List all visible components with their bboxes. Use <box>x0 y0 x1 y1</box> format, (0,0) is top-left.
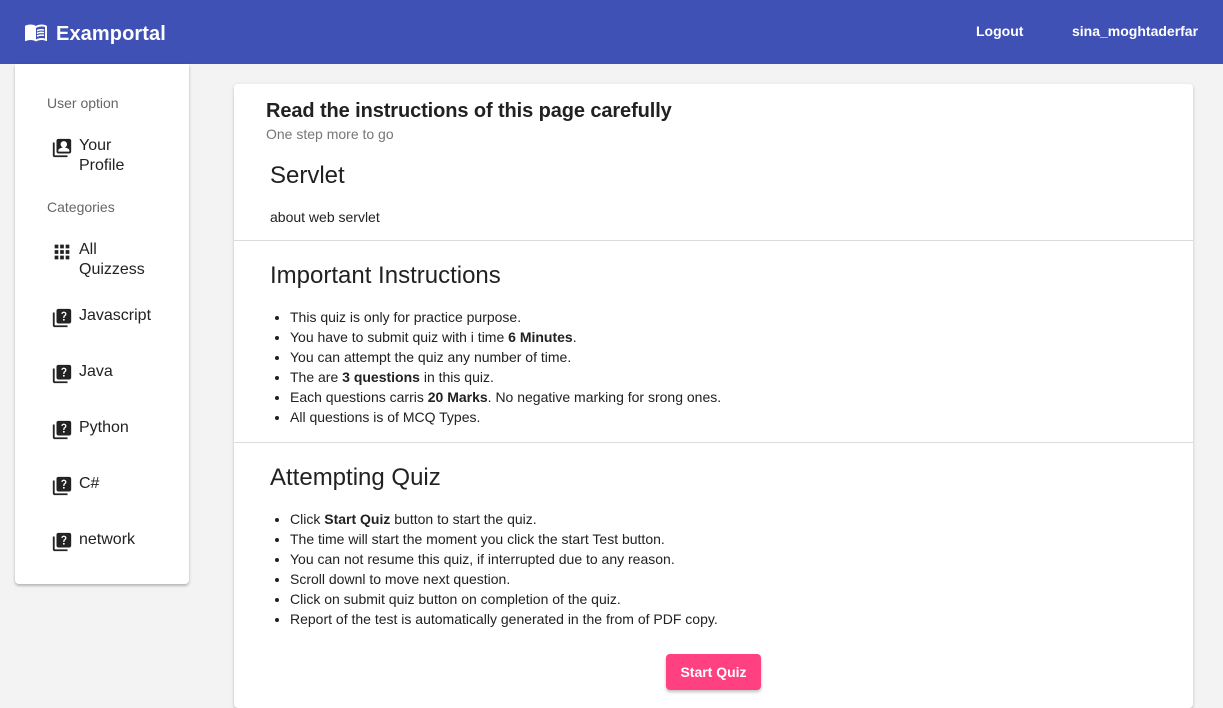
sidebar-item-network[interactable]: network <box>51 530 181 555</box>
brand-name: Examportal <box>56 23 166 45</box>
sidebar-item-label: network <box>79 531 136 548</box>
sidebar-item-csharp[interactable]: C# <box>51 474 181 499</box>
start-quiz-button[interactable]: Start Quiz <box>666 654 761 690</box>
list-item: The time will start the moment you click… <box>290 529 718 549</box>
profile-label-line1: Your <box>79 137 112 154</box>
username-link[interactable]: sina_moghtaderfar <box>1072 23 1198 39</box>
divider <box>234 442 1193 443</box>
list-item: Click Start Quiz button to start the qui… <box>290 509 718 529</box>
list-item: The are 3 questions in this quiz. <box>290 367 721 387</box>
quiz-description: about web servlet <box>270 209 380 225</box>
list-item: This quiz is only for practice purpose. <box>290 307 721 327</box>
account-box-icon <box>51 137 75 161</box>
sidebar-item-label: Python <box>79 419 129 436</box>
attempting-heading: Attempting Quiz <box>270 464 441 491</box>
list-item: You have to submit quiz with i time 6 Mi… <box>290 327 721 347</box>
all-label-line1: All <box>79 241 97 258</box>
list-item: Click on submit quiz button on completio… <box>290 589 718 609</box>
list-item: Each questions carris 20 Marks. No negat… <box>290 387 721 407</box>
page-title: Read the instructions of this page caref… <box>266 100 672 122</box>
all-label-line2: Quizzess <box>79 261 145 278</box>
divider <box>234 240 1193 241</box>
instructions-heading: Important Instructions <box>270 262 501 289</box>
apps-grid-icon <box>51 241 75 265</box>
logout-link[interactable]: Logout <box>976 23 1023 39</box>
quiz-title: Servlet <box>270 162 345 189</box>
instructions-card: Read the instructions of this page caref… <box>234 84 1193 708</box>
sidebar-item-label: C# <box>79 475 100 492</box>
sidebar-item-python[interactable]: Python <box>51 418 181 443</box>
list-item: Scroll downl to move next question. <box>290 569 718 589</box>
sidebar-item-java[interactable]: Java <box>51 362 181 387</box>
quiz-icon <box>51 531 75 555</box>
instructions-list: This quiz is only for practice purpose. … <box>290 307 721 427</box>
brand[interactable]: Examportal <box>24 20 166 49</box>
list-item: Report of the test is automatically gene… <box>290 609 718 629</box>
sidebar-item-profile[interactable]: Your Profile <box>51 136 181 176</box>
quiz-icon <box>51 307 75 331</box>
quiz-icon <box>51 419 75 443</box>
quiz-icon <box>51 363 75 387</box>
list-item: All questions is of MCQ Types. <box>290 407 721 427</box>
attempting-list: Click Start Quiz button to start the qui… <box>290 509 718 629</box>
sidebar-item-label: Javascript <box>79 307 152 324</box>
categories-subheader: Categories <box>47 199 115 215</box>
profile-label-line2: Profile <box>79 157 125 174</box>
list-item: You can attempt the quiz any number of t… <box>290 347 721 367</box>
sidebar-item-all-quizzes[interactable]: All Quizzess <box>51 240 181 280</box>
user-option-subheader: User option <box>47 95 119 111</box>
book-open-icon <box>24 20 48 49</box>
page-subtitle: One step more to go <box>266 126 394 142</box>
list-item: You can not resume this quiz, if interru… <box>290 549 718 569</box>
sidebar-item-label: Java <box>79 363 113 380</box>
sidebar: User option Your Profile Categories All … <box>15 64 189 584</box>
sidebar-item-javascript[interactable]: Javascript <box>51 306 181 331</box>
top-toolbar: Examportal Logout sina_moghtaderfar <box>0 0 1223 64</box>
quiz-icon <box>51 475 75 499</box>
